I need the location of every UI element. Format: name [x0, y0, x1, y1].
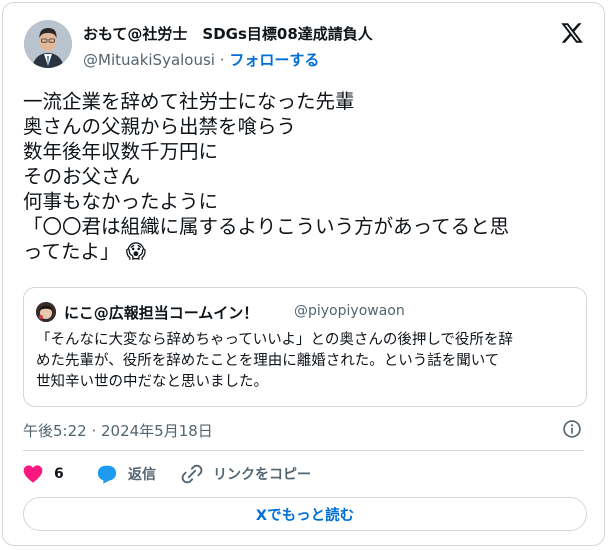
author-handle[interactable]: @MituakiSyalousi	[83, 51, 215, 69]
author-avatar[interactable]	[24, 20, 72, 68]
post-line: そのお父さん	[23, 165, 141, 188]
post-line: 一流企業を辞めて社労士になった先輩	[23, 90, 355, 113]
reply-button[interactable]: 返信	[96, 462, 156, 486]
quoted-author-avatar	[36, 302, 56, 322]
x-logo-icon[interactable]	[560, 21, 584, 45]
copy-link-button[interactable]: リンクをコピー	[181, 462, 311, 486]
author-name[interactable]: おもて@社労士 SDGs目標08達成請負人	[83, 23, 373, 44]
post-text: 一流企業を辞めて社労士になった先輩 奥さんの父親から出禁を喰らう 数年後年収数千…	[23, 89, 588, 264]
link-icon	[181, 464, 203, 484]
like-count: 6	[54, 466, 64, 482]
scream-emoji: 😱	[125, 240, 147, 263]
post-line: 数年後年収数千万円に	[23, 140, 219, 163]
like-button[interactable]: 6	[22, 462, 64, 486]
follow-button[interactable]: フォローする	[229, 51, 319, 69]
quoted-line: めた先輩が、役所を辞めたことを理由に離婚された。という話を聞いて	[36, 353, 500, 369]
quoted-line: 「そんなに大変なら辞めちゃっていいよ」との奥さんの後押しで役所を辞	[36, 332, 513, 348]
embedded-post-card: おもて@社労士 SDGs目標08達成請負人 @MituakiSyalousi ·…	[2, 2, 605, 546]
quoted-line: 世知辛い世の中だなと思いました。	[36, 374, 268, 390]
quoted-author-name: にこ@広報担当コームイン！	[64, 304, 259, 322]
post-line: 何事もなかったように	[23, 190, 219, 213]
post-line: 「〇〇君は組織に属するよりこういう方があってると思	[23, 215, 510, 238]
read-more-button[interactable]: Xでもっと読む	[23, 497, 587, 531]
heart-icon	[23, 465, 43, 483]
post-line: ってたよ」	[23, 240, 120, 263]
copy-link-label: リンクをコピー	[213, 467, 311, 483]
quoted-post-text: 「そんなに大変なら辞めちゃっていいよ」との奥さんの後押しで役所を辞 めた先輩が、…	[36, 330, 576, 393]
reply-icon	[97, 465, 117, 484]
quoted-author-handle: @piyopiyowaon	[294, 303, 405, 319]
handle-separator: ·	[219, 51, 225, 69]
author-handle-row: @MituakiSyalousi · フォローする	[83, 49, 319, 70]
post-line-last: ってたよ」 😱	[23, 239, 588, 264]
divider	[23, 450, 584, 451]
info-icon[interactable]	[562, 419, 582, 439]
post-line: 奥さんの父親から出禁を喰らう	[23, 115, 297, 138]
quoted-post[interactable]: にこ@広報担当コームイン！ @piyopiyowaon 「そんなに大変なら辞めち…	[23, 287, 587, 407]
reply-label: 返信	[128, 467, 156, 483]
post-timestamp[interactable]: 午後5:22 · 2024年5月18日	[23, 420, 213, 441]
